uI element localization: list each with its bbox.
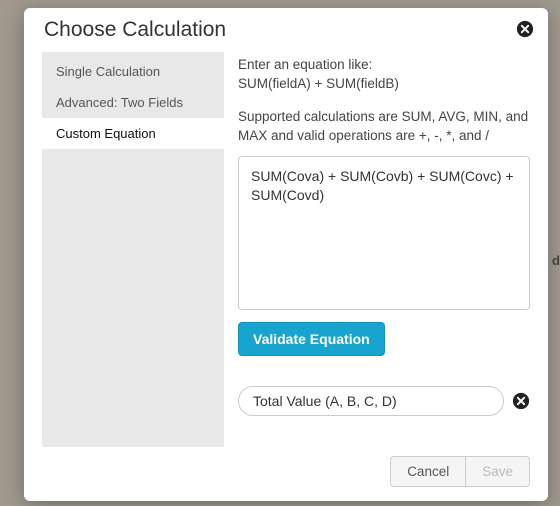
supported-text: Supported calculations are SUM, AVG, MIN… xyxy=(238,108,530,146)
dialog-title: Choose Calculation xyxy=(44,18,528,42)
cancel-button[interactable]: Cancel xyxy=(390,456,466,487)
dialog-body: Single Calculation Advanced: Two Fields … xyxy=(24,52,548,446)
label-row xyxy=(238,386,530,416)
dialog-footer: Cancel Save xyxy=(24,446,548,501)
sidebar-item-label: Single Calculation xyxy=(56,64,160,79)
clear-label-button[interactable] xyxy=(512,392,530,410)
calculation-type-sidebar: Single Calculation Advanced: Two Fields … xyxy=(42,52,224,447)
validate-equation-button[interactable]: Validate Equation xyxy=(238,322,385,356)
sidebar-item-label: Advanced: Two Fields xyxy=(56,95,183,110)
close-icon xyxy=(516,20,534,38)
instruction-text: Enter an equation like: SUM(fieldA) + SU… xyxy=(238,56,530,94)
sidebar-item-label: Custom Equation xyxy=(56,126,156,141)
close-icon xyxy=(512,392,530,410)
choose-calculation-dialog: Choose Calculation Single Calculation Ad… xyxy=(24,8,548,501)
equation-input[interactable] xyxy=(238,156,530,310)
calculation-label-input[interactable] xyxy=(238,386,504,416)
dialog-header: Choose Calculation xyxy=(24,8,548,52)
sidebar-item-single-calculation[interactable]: Single Calculation xyxy=(42,56,224,87)
close-button[interactable] xyxy=(516,20,534,38)
main-panel: Enter an equation like: SUM(fieldA) + SU… xyxy=(238,52,530,446)
save-button: Save xyxy=(466,456,530,487)
instruction-line2: SUM(fieldA) + SUM(fieldB) xyxy=(238,76,399,91)
instruction-line1: Enter an equation like: xyxy=(238,57,372,72)
backdrop-text: d xyxy=(552,253,560,268)
sidebar-item-advanced-two-fields[interactable]: Advanced: Two Fields xyxy=(42,87,224,118)
sidebar-item-custom-equation[interactable]: Custom Equation xyxy=(42,118,224,149)
